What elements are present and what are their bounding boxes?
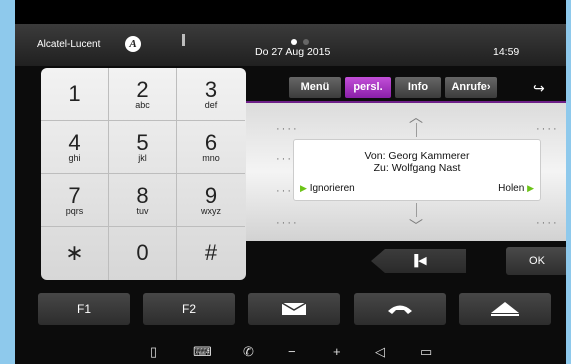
key-1[interactable]: 1 (41, 68, 109, 121)
envelope-icon (281, 302, 307, 315)
phone-screen: Alcatel-Lucent A Do 27 Aug 2015 14:59 1 … (15, 0, 566, 364)
page-icon[interactable]: ▯ (150, 344, 157, 360)
key-6[interactable]: 6 mno (177, 121, 245, 174)
dial-keypad: 1 2 abc 3 def 4 ghi 5 jkl 6 mno 7 pqrs 8 tuv 9w… (41, 68, 246, 280)
drag-handle[interactable] (182, 34, 185, 46)
page-dot-active (291, 39, 297, 45)
hangup-icon (388, 305, 412, 314)
brand-name: Alcatel-Lucent (37, 39, 101, 50)
accept-button[interactable]: Holen ▶ (498, 183, 534, 194)
skip-back-icon: ▐◀ (410, 255, 427, 267)
caller-to: Zu: Wolfgang Nast (373, 162, 461, 174)
key-8[interactable]: 8 tuv (109, 174, 177, 227)
caller-from: Von: Georg Kammerer (364, 150, 470, 162)
play-arrow-icon: ▶ (527, 183, 534, 193)
key-3[interactable]: 3 def (177, 68, 245, 121)
tab-calls[interactable]: Anrufe› (445, 77, 497, 98)
volume-minus-icon[interactable]: − (288, 344, 296, 359)
hangup-button[interactable] (354, 293, 446, 325)
page-dot (303, 39, 309, 45)
row-divider: ···· (276, 123, 299, 135)
keyboard-icon[interactable]: ⌨ (193, 344, 212, 360)
date-label: Do 27 Aug 2015 (255, 46, 331, 58)
key-hash[interactable]: # (177, 227, 245, 280)
tab-menu[interactable]: Menü (289, 77, 341, 98)
play-arrow-icon: ▶ (300, 183, 307, 193)
key-2[interactable]: 2 abc (109, 68, 177, 121)
key-4[interactable]: 4 ghi (41, 121, 109, 174)
row-divider: ···· (536, 217, 559, 229)
transfer-icon[interactable]: ↪ (533, 80, 545, 97)
handset-icon[interactable]: ✆ (243, 344, 254, 360)
chevron-down-icon[interactable]: ﹀ (409, 216, 423, 236)
tab-info[interactable]: Info (395, 77, 441, 98)
scroll-line (416, 203, 417, 217)
screen-icon[interactable]: ▭ (420, 344, 432, 360)
chevron-right-icon: › (486, 81, 491, 93)
volume-plus-icon[interactable]: + (333, 344, 341, 359)
call-notification-popup: Von: Georg Kammerer Zu: Wolfgang Nast ▶ … (293, 139, 541, 201)
key-0[interactable]: 0 (109, 227, 177, 280)
brand-logo-icon: A (125, 36, 141, 52)
key-7[interactable]: 7 pqrs (41, 174, 109, 227)
skip-back-button[interactable]: ▐◀ (371, 249, 466, 273)
message-button[interactable] (248, 293, 340, 325)
f2-button[interactable]: F2 (143, 293, 235, 325)
top-bar (15, 0, 566, 24)
key-5[interactable]: 5 jkl (109, 121, 177, 174)
key-9[interactable]: 9 wxyz (177, 174, 245, 227)
time-label: 14:59 (493, 46, 520, 58)
ignore-button[interactable]: ▶ Ignorieren (300, 183, 355, 194)
header-bar: Alcatel-Lucent A Do 27 Aug 2015 14:59 (15, 24, 566, 66)
home-button[interactable] (459, 293, 551, 325)
home-up-icon (491, 302, 519, 316)
row-divider: ···· (276, 217, 299, 229)
bottom-bar: ▯ ⌨ ✆ − + ◁ ▭ (15, 340, 566, 364)
key-star[interactable]: ∗ (41, 227, 109, 280)
speaker-icon[interactable]: ◁ (375, 344, 385, 360)
row-divider: ···· (536, 123, 559, 135)
f1-button[interactable]: F1 (38, 293, 130, 325)
ok-button[interactable]: OK (506, 247, 566, 275)
scroll-line (416, 123, 417, 137)
tab-personal[interactable]: persl. (345, 77, 391, 98)
